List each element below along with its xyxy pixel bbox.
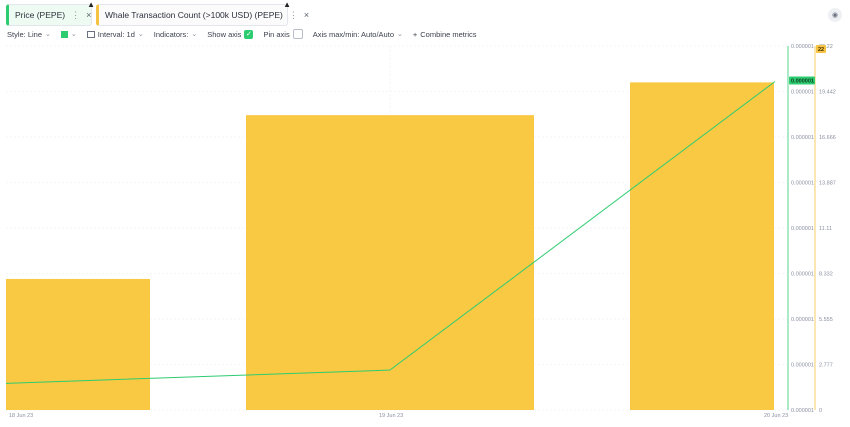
price-axis-tick-label: 0.000001: [791, 135, 814, 141]
x-axis-tick-label: 20 Jun 23: [764, 413, 788, 419]
price-axis-tick-label: 0.000001: [791, 181, 814, 187]
price-axis-tick-label: 0.000001: [791, 272, 814, 278]
bar-series: [6, 82, 774, 410]
whale-axis-tick-label: 2.777: [819, 363, 833, 369]
bar-whale-count: [246, 115, 534, 410]
price-axis-tick-label: 0.000001: [791, 317, 814, 323]
whale-axis-tick-label: 11.11: [819, 226, 832, 232]
whale-last-value-label: 22: [818, 47, 824, 53]
whale-axis-tick-label: 0: [819, 408, 822, 414]
whale-axis-tick-label: 13.887: [819, 181, 836, 187]
whale-axis-tick-label: 16.666: [819, 135, 836, 141]
price-axis-tick-label: 0.000001: [791, 408, 814, 414]
price-last-value-label: 0.000001: [791, 79, 814, 85]
whale-axis-tick-label: 8.332: [819, 272, 833, 278]
chart-area[interactable]: 0.000001 0 0.000001 2.777 0.000001 5.555 0.000…: [0, 0, 850, 427]
x-axis-tick-label: 18 Jun 23: [9, 413, 33, 419]
whale-axis-tick-label: 5.555: [819, 317, 833, 323]
x-axis-tick-label: 19 Jun 23: [379, 413, 403, 419]
price-axis-tick-label: 0.000001: [791, 226, 814, 232]
price-axis-tick-label: 0.000001: [791, 363, 814, 369]
bar-whale-count: [630, 82, 774, 410]
whale-axis-tick-label: 19.442: [819, 90, 836, 96]
price-axis-tick-label: 0.000001: [791, 90, 814, 96]
bar-whale-count: [6, 278, 150, 410]
price-axis-tick-label: 0.000001: [791, 44, 814, 50]
